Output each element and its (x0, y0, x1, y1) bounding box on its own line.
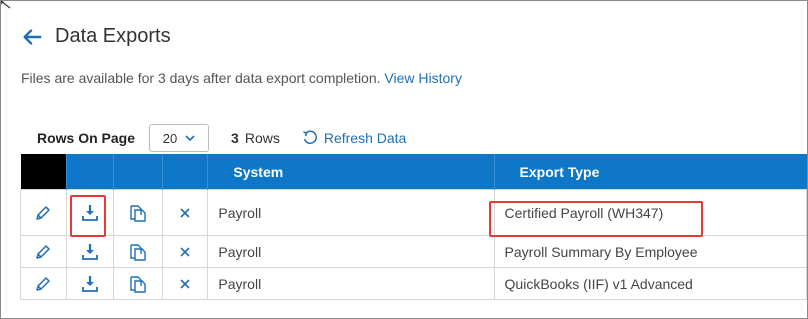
refresh-data-label: Refresh Data (323, 130, 407, 146)
close-icon[interactable] (179, 278, 191, 290)
column-header-export-type[interactable]: Export Type (493, 154, 807, 190)
download-icon[interactable] (81, 275, 99, 293)
download-cell (65, 267, 115, 300)
corner-marker-icon (1, 1, 11, 9)
table-header-row: System Export Type (20, 154, 807, 190)
refresh-icon (303, 130, 317, 144)
system-cell: Payroll (207, 267, 495, 300)
chevron-down-icon (185, 135, 195, 141)
pencil-icon[interactable] (34, 275, 52, 293)
page-title: Data Exports (55, 25, 171, 47)
copy-cell (113, 267, 163, 300)
header-cell-download (65, 154, 114, 190)
row-count: 3 (231, 130, 239, 146)
download-cell (65, 235, 115, 268)
copy-icon[interactable] (128, 274, 148, 294)
highlight-box-export-type (489, 201, 703, 237)
copy-cell (113, 189, 163, 236)
export-type-cell: Payroll Summary By Employee (493, 235, 807, 268)
page-header: Data Exports (21, 25, 171, 48)
header-cell-blank (20, 154, 67, 190)
copy-cell (113, 235, 163, 268)
highlight-box-download (70, 195, 106, 237)
export-type-cell: QuickBooks (IIF) v1 Advanced (493, 267, 807, 300)
column-header-system[interactable]: System (207, 154, 495, 190)
download-icon[interactable] (81, 243, 99, 261)
delete-cell (161, 189, 209, 236)
rows-on-page-label: Rows On Page (37, 130, 136, 146)
pencil-icon[interactable] (34, 204, 52, 222)
table-row: Payroll Payroll Summary By Employee (20, 235, 807, 268)
availability-note: Files are available for 3 days after dat… (21, 70, 381, 86)
rows-per-page-value: 20 (162, 130, 178, 146)
info-text: Files are available for 3 days after dat… (21, 70, 462, 86)
table-row: Payroll QuickBooks (IIF) v1 Advanced (20, 267, 807, 300)
delete-cell (161, 267, 209, 300)
delete-cell (161, 235, 209, 268)
arrow-left-icon[interactable] (21, 26, 43, 48)
rows-per-page-select[interactable]: 20 (149, 124, 210, 152)
close-icon[interactable] (179, 207, 191, 219)
edit-cell (20, 189, 67, 236)
window: Data Exports Files are available for 3 d… (0, 0, 808, 319)
copy-icon[interactable] (128, 203, 148, 223)
row-count-label: Rows (244, 130, 280, 146)
edit-cell (20, 267, 67, 300)
system-cell: Payroll (207, 235, 495, 268)
view-history-link[interactable]: View History (384, 70, 462, 86)
close-icon[interactable] (179, 246, 191, 258)
header-cell-delete (161, 154, 208, 190)
edit-cell (20, 235, 67, 268)
system-cell: Payroll (207, 189, 495, 236)
table-controls: Rows On Page 20 3 Rows Refresh Data (37, 124, 406, 152)
pencil-icon[interactable] (34, 243, 52, 261)
header-cell-copy (113, 154, 163, 190)
copy-icon[interactable] (128, 242, 148, 262)
refresh-data-button[interactable]: Refresh Data (302, 130, 406, 146)
